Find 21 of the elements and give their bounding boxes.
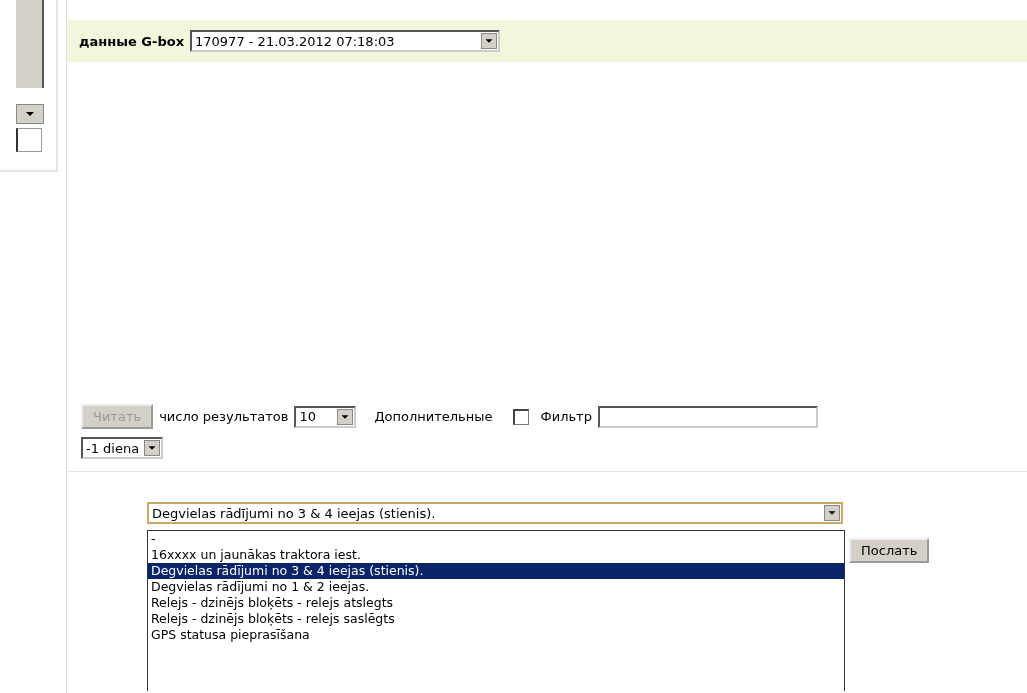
command-select[interactable]: Degvielas rādījumi no 3 & 4 ieejas (stienis). xyxy=(147,502,843,524)
dropdown-option[interactable]: GPS statusa pieprasīšana xyxy=(148,627,844,643)
extra-checkbox[interactable] xyxy=(512,408,529,425)
record-select[interactable]: 170977 - 21.03.2012 07:18:03 xyxy=(190,30,501,52)
send-button[interactable]: Послать xyxy=(849,538,930,563)
dropdown-option[interactable]: Degvielas rādījumi no 1 & 2 ieejas. xyxy=(148,579,844,595)
dropdown-option[interactable]: - xyxy=(148,531,844,547)
extra-label: Дополнительные xyxy=(374,409,493,424)
dropdown-option[interactable]: 16xxxx un jaunākas traktora iest. xyxy=(148,547,844,563)
dropdown-option[interactable]: Relejs - dzinējs bloķēts - relejs saslēgts xyxy=(148,611,844,627)
input-field[interactable] xyxy=(16,128,42,152)
caret-icon xyxy=(24,110,36,118)
header-label: данные G-box xyxy=(79,33,185,49)
filter-label: Фильтр xyxy=(540,409,592,424)
dropdown-option[interactable]: Relejs - dzinējs bloķēts - relejs atslegts xyxy=(148,595,844,611)
period-select[interactable]: -1 diena xyxy=(81,437,163,459)
dropdown-option[interactable]: Degvielas rādījumi no 3 & 4 ieejas (stienis). xyxy=(148,563,844,579)
results-label: число результатов xyxy=(159,409,289,424)
filter-input[interactable] xyxy=(597,405,818,428)
results-select[interactable]: 10 xyxy=(294,405,357,428)
dropdown-button[interactable] xyxy=(16,104,44,124)
